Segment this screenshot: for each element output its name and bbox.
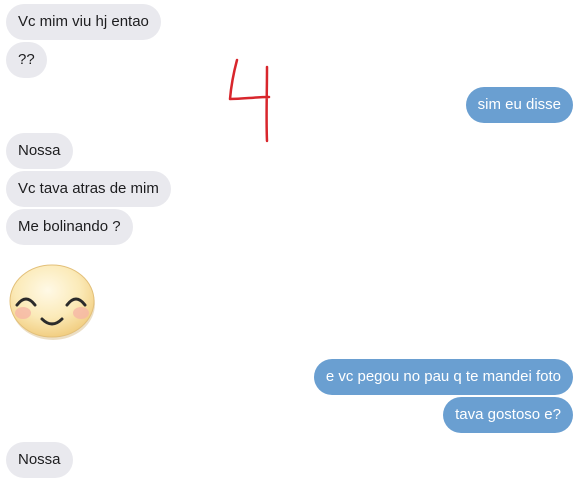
incoming-message[interactable]: Me bolinando ? [6,209,133,245]
incoming-message[interactable]: Nossa [6,442,73,478]
incoming-message[interactable]: Vc mim viu hj entao [6,4,161,40]
outgoing-message[interactable]: tava gostoso e? [443,397,573,433]
outgoing-message[interactable]: e vc pegou no pau q te mandei foto [313,359,573,395]
incoming-message[interactable]: ?? [6,42,47,78]
smiling-face-sticker[interactable] [9,263,97,341]
incoming-message[interactable]: Vc tava atras de mim [6,171,171,207]
outgoing-message[interactable]: sim eu disse [465,87,573,123]
incoming-message[interactable]: Nossa [6,133,73,169]
handwritten-number-annotation [228,58,271,143]
